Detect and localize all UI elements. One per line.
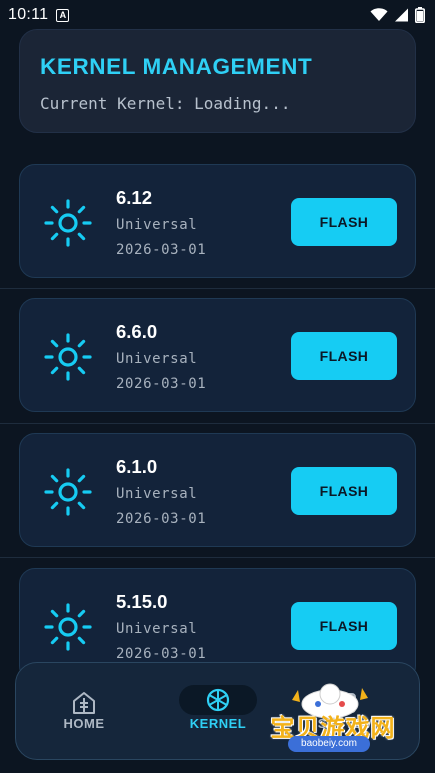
sun-icon xyxy=(44,603,92,651)
kernel-version: 6.6.0 xyxy=(116,321,158,342)
signal-icon xyxy=(395,8,408,22)
a-icon: A xyxy=(56,8,70,22)
sun-icon xyxy=(44,333,92,381)
kernel-version: 6.1.0 xyxy=(116,456,158,477)
kernel-card: 6.1.0 Universal 2026-03-01 FLASH xyxy=(19,433,416,547)
kernel-card: 6.6.0 Universal 2026-03-01 FLASH xyxy=(19,298,416,412)
watermark-logo: 宝贝游戏网 baobeiy.com xyxy=(258,678,408,758)
kernel-date: 2026-03-01 xyxy=(116,376,207,392)
wheel-icon xyxy=(206,688,230,712)
home-icon xyxy=(73,692,95,714)
sun-icon xyxy=(44,468,92,516)
status-bar: 10:11 A xyxy=(0,0,435,30)
list-divider xyxy=(0,423,435,424)
kernel-date: 2026-03-01 xyxy=(116,242,207,258)
flash-button[interactable]: FLASH xyxy=(291,332,397,380)
flash-button[interactable]: FLASH xyxy=(291,467,397,515)
kernel-version: 5.15.0 xyxy=(116,591,168,612)
kernel-version: 6.12 xyxy=(116,187,153,208)
status-time: 10:11 xyxy=(8,6,49,23)
kernel-type: Universal xyxy=(116,486,198,502)
battery-icon xyxy=(415,7,425,23)
kernel-date: 2026-03-01 xyxy=(116,511,207,527)
kernel-type: Universal xyxy=(116,621,198,637)
nav-item-kernel[interactable]: KERNEL xyxy=(179,685,257,731)
flash-button[interactable]: FLASH xyxy=(291,198,397,246)
wifi-icon xyxy=(370,8,388,21)
page-title: KERNEL MANAGEMENT xyxy=(40,54,313,79)
sun-icon xyxy=(44,199,92,247)
nav-label-home: HOME xyxy=(63,716,105,731)
nav-label-kernel: KERNEL xyxy=(189,716,247,731)
list-divider xyxy=(0,557,435,558)
kernel-type: Universal xyxy=(116,351,198,367)
active-indicator xyxy=(179,685,257,715)
watermark-url: baobeiy.com xyxy=(288,736,370,752)
list-divider xyxy=(0,288,435,289)
kernel-card: 6.12 Universal 2026-03-01 FLASH xyxy=(19,164,416,278)
nav-item-home[interactable]: HOME xyxy=(60,691,108,731)
current-kernel-text: Current Kernel: Loading... xyxy=(40,94,291,113)
kernel-type: Universal xyxy=(116,217,198,233)
header-card: KERNEL MANAGEMENT Current Kernel: Loadin… xyxy=(19,29,416,133)
kernel-date: 2026-03-01 xyxy=(116,646,207,662)
flash-button[interactable]: FLASH xyxy=(291,602,397,650)
